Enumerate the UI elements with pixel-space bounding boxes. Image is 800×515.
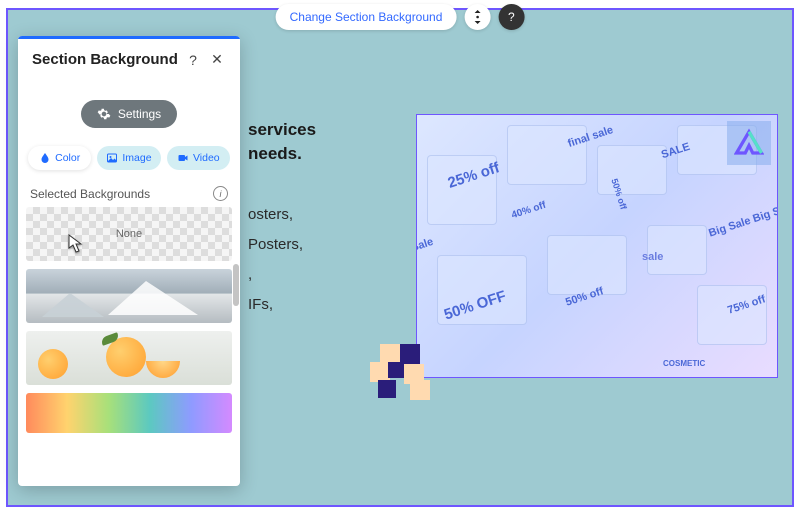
gear-icon (97, 107, 111, 121)
button-label: Change Section Background (290, 10, 443, 24)
section-image[interactable]: final sale 25% off SALE Sale 50% OFF 40%… (416, 114, 778, 378)
stretch-handle-icon[interactable] (464, 4, 490, 30)
tab-video[interactable]: Video (167, 146, 230, 170)
triangle-logo-icon (727, 121, 771, 165)
body-line: , (248, 260, 303, 290)
img-tag: Big Sale Big Sal (707, 202, 778, 239)
video-icon (177, 152, 189, 164)
selected-backgrounds-row: Selected Backgrounds i (18, 180, 240, 207)
background-option-none[interactable]: None (26, 207, 232, 261)
section-body-text: osters, Posters, , IFs, (248, 200, 303, 320)
section-toolbar: Change Section Background ? (276, 4, 525, 30)
background-option-gradient[interactable] (26, 393, 232, 433)
body-line: osters, (248, 200, 303, 230)
body-line: IFs, (248, 290, 303, 320)
help-icon[interactable]: ? (184, 52, 202, 68)
tab-image[interactable]: Image (97, 146, 160, 170)
section-heading: services needs. (248, 118, 316, 166)
tab-color[interactable]: Color (28, 146, 91, 170)
background-type-tabs: Color Image Video (18, 146, 240, 180)
none-label: None (116, 228, 142, 240)
background-option-mountain[interactable] (26, 269, 232, 323)
heading-line: needs. (248, 142, 316, 166)
img-tag: Sale (416, 236, 435, 254)
tab-label: Image (122, 152, 151, 164)
heading-line: services (248, 118, 316, 142)
body-line: Posters, (248, 230, 303, 260)
settings-button[interactable]: Settings (81, 100, 177, 128)
img-tag: 40% off (510, 200, 547, 221)
selected-backgrounds-label: Selected Backgrounds (30, 187, 150, 201)
background-list: None (18, 207, 240, 486)
close-icon[interactable]: ✕ (208, 51, 226, 68)
background-option-oranges[interactable] (26, 331, 232, 385)
change-section-background-button[interactable]: Change Section Background (276, 4, 457, 30)
info-icon[interactable]: i (213, 186, 228, 201)
tab-label: Color (55, 152, 80, 164)
panel-title: Section Background (32, 51, 178, 68)
panel-header: Section Background ? ✕ (18, 39, 240, 78)
help-icon[interactable]: ? (498, 4, 524, 30)
drop-icon (39, 152, 51, 164)
tab-label: Video (193, 152, 220, 164)
section-background-panel: Section Background ? ✕ Settings Color Im… (18, 36, 240, 486)
img-tag: COSMETIC (663, 359, 705, 368)
img-tag: sale (642, 251, 663, 263)
settings-label: Settings (118, 107, 161, 121)
scrollbar-thumb[interactable] (233, 264, 239, 306)
decorative-pixel-icon (370, 344, 440, 400)
image-icon (106, 152, 118, 164)
